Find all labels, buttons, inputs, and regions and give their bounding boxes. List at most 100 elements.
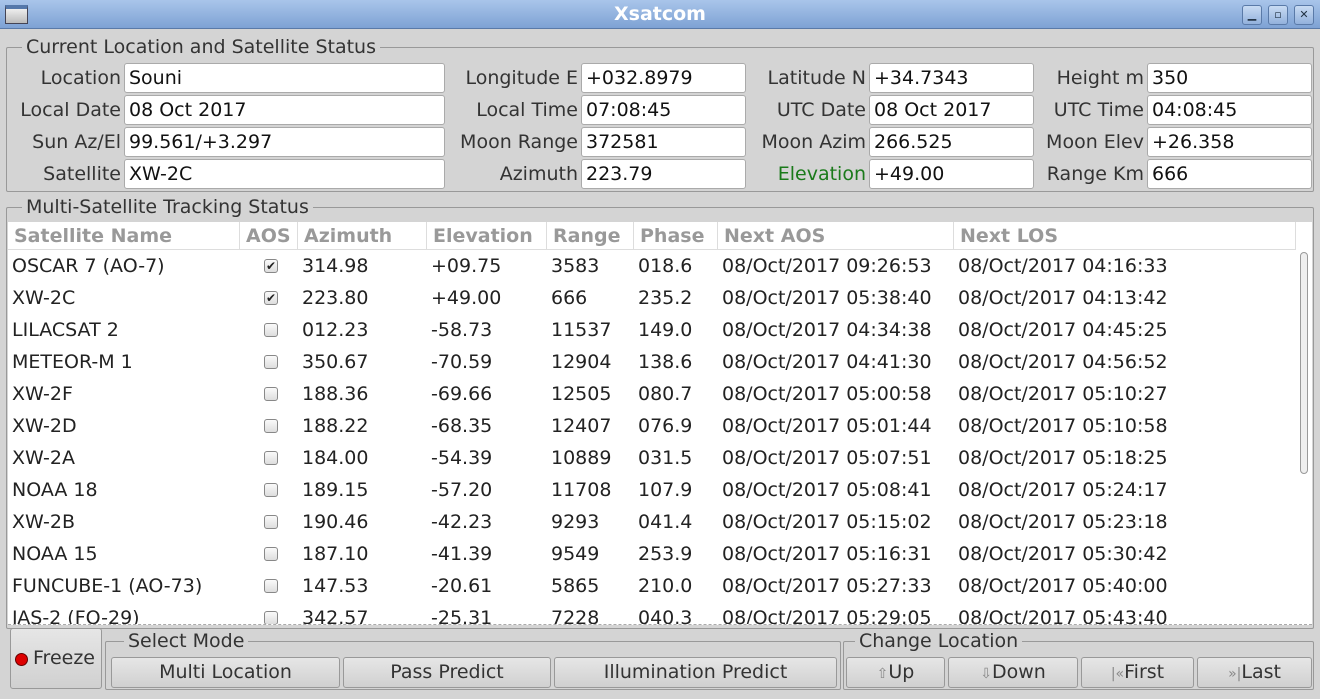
first-label: First <box>1124 661 1165 683</box>
height-m-field[interactable]: 350 <box>1147 63 1312 93</box>
cell-next-aos: 08/Oct/2017 04:34:38 <box>722 319 932 341</box>
cell-elevation: -69.66 <box>431 383 493 405</box>
aos-checkbox[interactable] <box>264 419 278 433</box>
cell-azimuth: 350.67 <box>302 351 369 373</box>
column-header-elevation[interactable]: Elevation <box>427 222 547 250</box>
column-header-aos[interactable]: AOS <box>240 222 298 250</box>
cell-next-aos: 08/Oct/2017 04:41:30 <box>722 351 932 373</box>
range-km-field[interactable]: 666 <box>1147 159 1312 189</box>
column-header-next-los[interactable]: Next LOS <box>954 222 1296 250</box>
column-header-range[interactable]: Range <box>547 222 634 250</box>
cell-next-aos: 08/Oct/2017 05:38:40 <box>722 287 932 309</box>
illumination-predict-button[interactable]: Illumination Predict <box>554 657 837 688</box>
cell-azimuth: 189.15 <box>302 479 369 501</box>
close-button[interactable]: ✕ <box>1294 5 1314 25</box>
utc-date-field[interactable]: 08 Oct 2017 <box>869 95 1034 125</box>
cell-next-los: 08/Oct/2017 05:10:58 <box>958 415 1168 437</box>
aos-checkbox[interactable] <box>264 323 278 337</box>
up-button[interactable]: ⇧Up <box>846 657 945 688</box>
column-header-azimuth[interactable]: Azimuth <box>298 222 427 250</box>
moon-range-label: Moon Range <box>460 131 578 153</box>
vertical-scrollbar[interactable] <box>1300 252 1308 474</box>
cell-satellite-name: METEOR-M 1 <box>12 351 133 373</box>
moon-elev-field[interactable]: +26.358 <box>1147 127 1312 157</box>
cell-next-aos: 08/Oct/2017 05:00:58 <box>722 383 932 405</box>
cell-next-los: 08/Oct/2017 04:13:42 <box>958 287 1168 309</box>
longitude-e-label: Longitude E <box>465 67 578 89</box>
aos-checkbox[interactable] <box>264 483 278 497</box>
cell-next-los: 08/Oct/2017 05:40:00 <box>958 575 1168 597</box>
cell-elevation: -20.61 <box>431 575 493 597</box>
column-header-next-aos[interactable]: Next AOS <box>718 222 954 250</box>
sun-az-el-field[interactable]: 99.561/+3.297 <box>124 127 445 157</box>
cell-elevation: -57.20 <box>431 479 493 501</box>
satellite-field[interactable]: XW-2C <box>124 159 445 189</box>
utc-time-field[interactable]: 04:08:45 <box>1147 95 1312 125</box>
window-title: Xsatcom <box>614 3 706 25</box>
elevation-field[interactable]: +49.00 <box>869 159 1034 189</box>
aos-checkbox[interactable] <box>264 579 278 593</box>
last-button[interactable]: »|Last <box>1197 657 1312 688</box>
aos-checkbox[interactable]: ✔ <box>264 259 278 273</box>
aos-checkbox[interactable]: ✔ <box>264 291 278 305</box>
maximize-button[interactable]: ▫ <box>1268 5 1288 25</box>
cell-phase: 107.9 <box>638 479 693 501</box>
aos-checkbox[interactable] <box>264 611 278 624</box>
cell-azimuth: 012.23 <box>302 319 369 341</box>
cell-azimuth: 187.10 <box>302 543 369 565</box>
down-arrow-icon: ⇩ <box>980 666 992 682</box>
freeze-button[interactable]: Freeze <box>10 628 102 689</box>
cell-next-los: 08/Oct/2017 05:18:25 <box>958 447 1168 469</box>
cell-azimuth: 314.98 <box>302 255 369 277</box>
longitude-e-field[interactable]: +032.8979 <box>581 63 746 93</box>
cell-phase: 210.0 <box>638 575 693 597</box>
down-label: Down <box>991 661 1046 683</box>
first-button[interactable]: |«First <box>1081 657 1194 688</box>
pass-predict-button[interactable]: Pass Predict <box>343 657 551 688</box>
multi-location-button[interactable]: Multi Location <box>111 657 340 688</box>
moon-range-field[interactable]: 372581 <box>581 127 746 157</box>
cell-next-los: 08/Oct/2017 05:23:18 <box>958 511 1168 533</box>
location-field[interactable]: Souni <box>124 63 445 93</box>
satellite-table[interactable]: Satellite Name AOS Azimuth Elevation Range Ph… <box>8 222 1312 625</box>
cell-elevation: -70.59 <box>431 351 493 373</box>
cell-next-los: 08/Oct/2017 05:24:17 <box>958 479 1168 501</box>
cell-phase: 041.4 <box>638 511 693 533</box>
cell-azimuth: 188.22 <box>302 415 369 437</box>
cell-phase: 253.9 <box>638 543 693 565</box>
local-time-field[interactable]: 07:08:45 <box>581 95 746 125</box>
group-legend: Select Mode <box>124 630 249 652</box>
cell-next-aos: 08/Oct/2017 09:26:53 <box>722 255 932 277</box>
cell-satellite-name: XW-2F <box>12 383 73 405</box>
cell-elevation: -42.23 <box>431 511 493 533</box>
cell-next-aos: 08/Oct/2017 05:07:51 <box>722 447 932 469</box>
aos-checkbox[interactable] <box>264 547 278 561</box>
cell-range: 9549 <box>551 543 600 565</box>
local-date-field[interactable]: 08 Oct 2017 <box>124 95 445 125</box>
aos-checkbox[interactable] <box>264 355 278 369</box>
last-icon: »| <box>1228 666 1242 682</box>
column-header-phase[interactable]: Phase <box>634 222 718 250</box>
aos-checkbox[interactable] <box>264 387 278 401</box>
cell-range: 666 <box>551 287 588 309</box>
cell-range: 5865 <box>551 575 600 597</box>
azimuth-field[interactable]: 223.79 <box>581 159 746 189</box>
group-legend: Current Location and Satellite Status <box>22 36 380 58</box>
cell-azimuth: 342.57 <box>302 607 369 625</box>
moon-azim-field[interactable]: 266.525 <box>869 127 1034 157</box>
aos-checkbox[interactable] <box>264 451 278 465</box>
latitude-n-label: Latitude N <box>767 67 866 89</box>
location-label: Location <box>40 67 121 89</box>
cell-azimuth: 188.36 <box>302 383 369 405</box>
cell-azimuth: 223.80 <box>302 287 369 309</box>
cell-satellite-name: NOAA 18 <box>12 479 98 501</box>
down-button[interactable]: ⇩Down <box>948 657 1078 688</box>
cell-elevation: -25.31 <box>431 607 493 625</box>
column-header-satellite-name[interactable]: Satellite Name <box>8 222 240 250</box>
minimize-button[interactable]: ▁ <box>1242 5 1262 25</box>
cell-range: 11537 <box>551 319 612 341</box>
latitude-n-field[interactable]: +34.7343 <box>869 63 1034 93</box>
cell-elevation: +49.00 <box>431 287 502 309</box>
cell-phase: 149.0 <box>638 319 693 341</box>
aos-checkbox[interactable] <box>264 515 278 529</box>
